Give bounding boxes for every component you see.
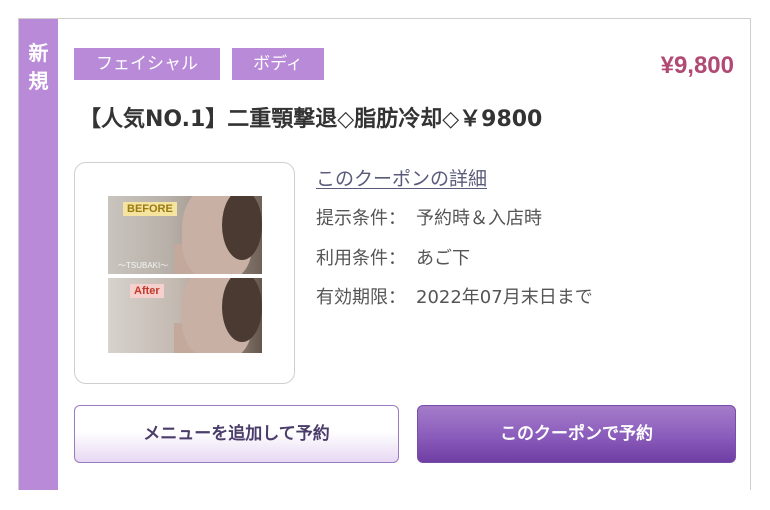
category-tag-body: ボディ <box>232 48 324 80</box>
condition-label: 利用条件： <box>316 248 406 269</box>
new-badge-char: 規 <box>28 69 49 93</box>
add-menu-reserve-button[interactable]: メニューを追加して予約 <box>74 405 399 463</box>
category-tag-facial: フェイシャル <box>74 48 220 80</box>
new-badge-char: 新 <box>28 41 49 65</box>
coupon-image-frame[interactable]: BEFORE 〜TSUBAKI〜 After <box>74 162 295 384</box>
coupon-title: 【人気NO.1】二重顎撃退◇脂肪冷却◇￥9800 <box>79 107 543 132</box>
condition-label: 有効期限： <box>316 287 406 308</box>
reserve-with-coupon-button[interactable]: このクーポンで予約 <box>417 405 736 463</box>
condition-present: 提示条件： 予約時＆入店時 <box>316 204 542 230</box>
after-photo: After <box>108 278 262 353</box>
before-label: BEFORE <box>123 202 177 216</box>
condition-value: あご下 <box>416 248 470 269</box>
condition-usage: 利用条件： あご下 <box>316 244 470 270</box>
condition-expiry: 有効期限： 2022年07月末日まで <box>316 283 593 309</box>
after-label: After <box>130 284 164 298</box>
coupon-price: ¥9,800 <box>660 52 734 79</box>
before-photo: BEFORE 〜TSUBAKI〜 <box>108 196 262 274</box>
condition-value: 予約時＆入店時 <box>416 208 542 229</box>
new-badge: 新 規 <box>19 19 58 490</box>
condition-value: 2022年07月末日まで <box>416 287 593 308</box>
coupon-card: 新 規 フェイシャル ボディ ¥9,800 【人気NO.1】二重顎撃退◇脂肪冷却… <box>18 18 751 490</box>
condition-label: 提示条件： <box>316 208 406 229</box>
coupon-detail-link[interactable]: このクーポンの詳細 <box>316 164 487 191</box>
watermark: 〜TSUBAKI〜 <box>118 261 169 270</box>
